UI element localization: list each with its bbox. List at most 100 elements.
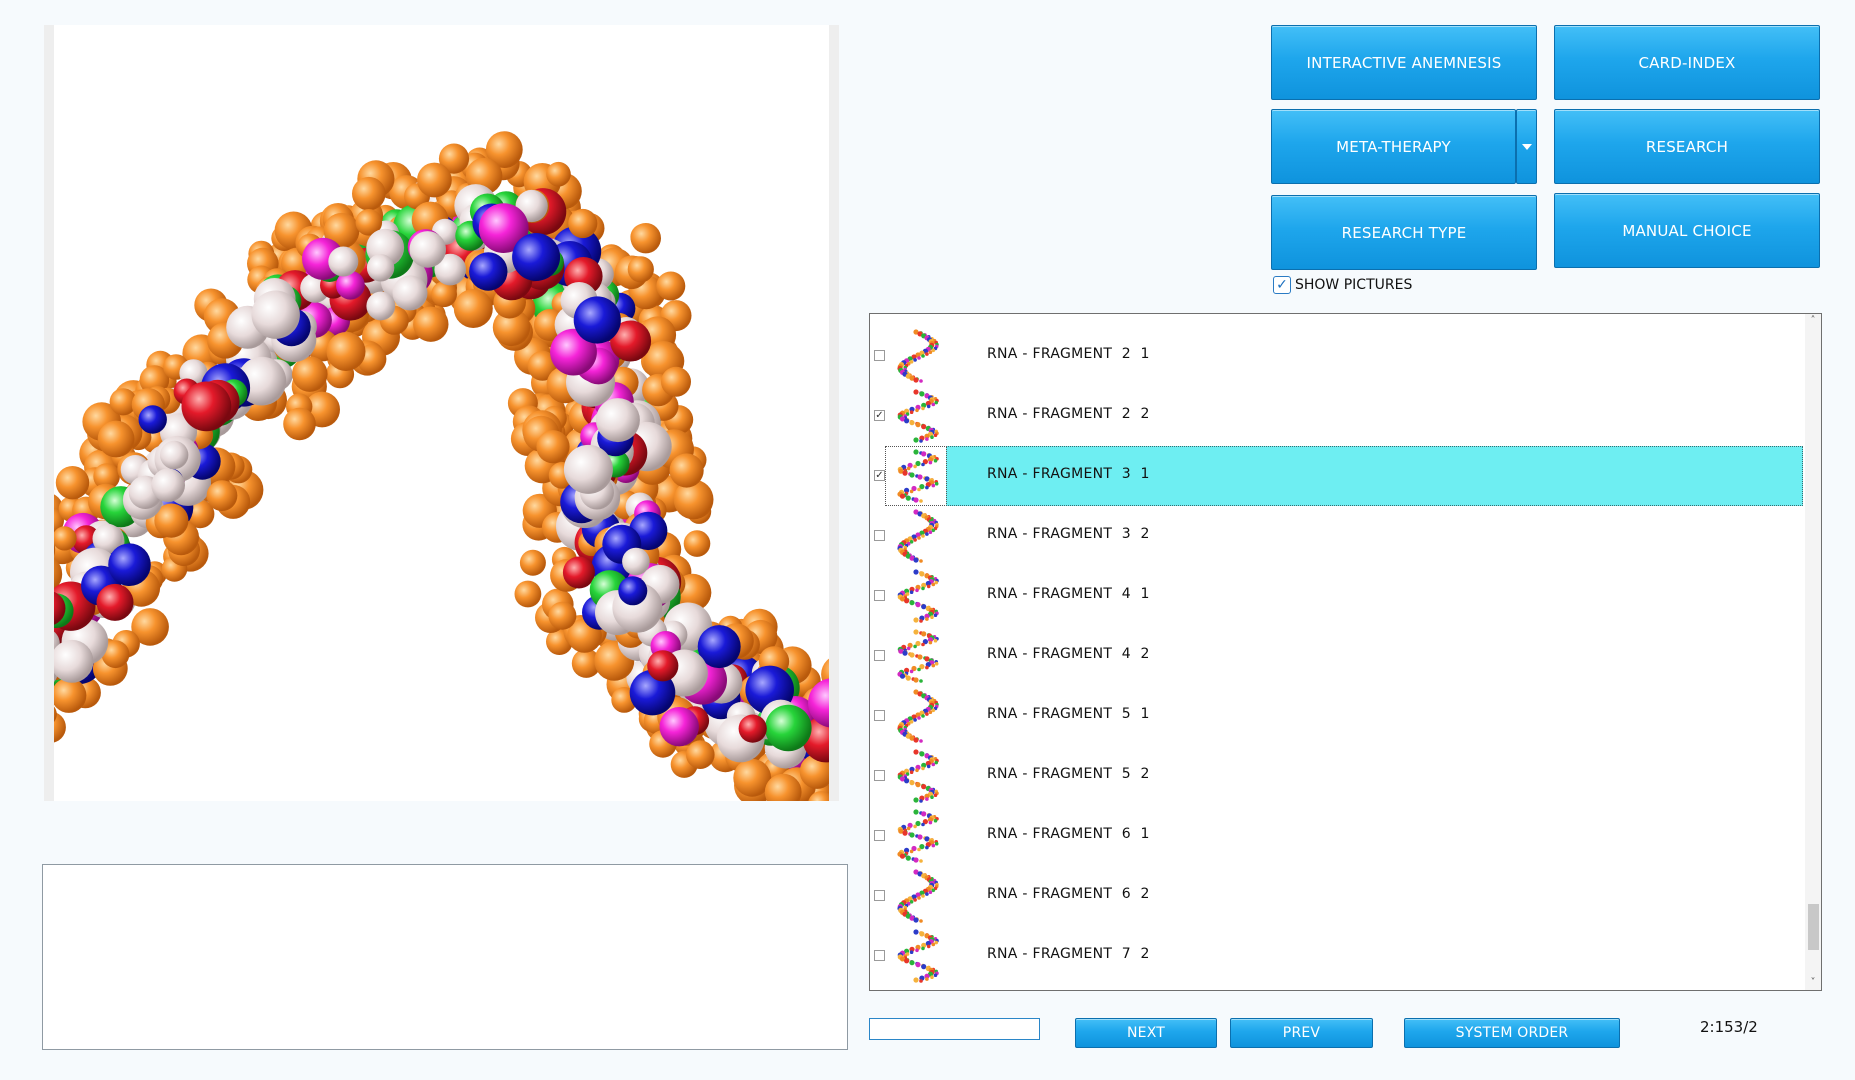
system-order-button[interactable]: SYSTEM ORDER xyxy=(1404,1018,1620,1048)
card-index-button[interactable]: CARD-INDEX xyxy=(1554,25,1820,100)
list-item[interactable]: RNA - FRAGMENT 4 1 xyxy=(870,566,1803,626)
list-item-label: RNA - FRAGMENT 4 2 xyxy=(987,646,1150,662)
list-item-checkbox[interactable]: ✓ xyxy=(874,410,885,421)
atom-sphere xyxy=(622,547,650,576)
atom-sphere xyxy=(326,332,366,371)
research-button[interactable]: RESEARCH xyxy=(1554,109,1820,184)
atom-sphere xyxy=(536,430,570,464)
list-item-label: RNA - FRAGMENT 7 2 xyxy=(987,946,1150,962)
atom-sphere xyxy=(97,420,135,458)
atom-sphere xyxy=(469,252,508,291)
fragment-thumbnail xyxy=(897,869,939,923)
list-item-checkbox[interactable]: ✓ xyxy=(874,470,885,481)
atom-sphere xyxy=(181,381,232,432)
scrollbar-thumb[interactable] xyxy=(1808,904,1819,950)
atom-sphere xyxy=(96,583,134,621)
research-type-button[interactable]: RESEARCH TYPE xyxy=(1271,195,1537,270)
atom-sphere xyxy=(108,543,151,586)
atom-sphere xyxy=(627,256,654,283)
card-index-label: CARD-INDEX xyxy=(1638,53,1736,72)
list-item-checkbox[interactable] xyxy=(874,770,885,781)
prev-button[interactable]: PREV xyxy=(1230,1018,1373,1048)
atom-sphere xyxy=(417,162,452,198)
atom-sphere xyxy=(683,530,711,557)
meta-therapy-dropdown-button[interactable] xyxy=(1516,109,1537,184)
fragment-list[interactable]: ˄ ˅ RNA - FRAGMENT 2 1 ✓ RNA - FRAGMENT 2 … xyxy=(869,313,1822,991)
list-item[interactable]: RNA - FRAGMENT 5 2 xyxy=(870,746,1803,806)
atom-sphere xyxy=(573,296,621,344)
list-item[interactable]: RNA - FRAGMENT 6 2 xyxy=(870,866,1803,926)
list-item-label: RNA - FRAGMENT 2 2 xyxy=(987,406,1150,422)
list-item-label: RNA - FRAGMENT 6 1 xyxy=(987,826,1150,842)
atom-sphere xyxy=(413,306,449,342)
atom-sphere xyxy=(595,398,640,443)
list-item-checkbox[interactable] xyxy=(874,650,885,661)
list-item-checkbox[interactable] xyxy=(874,350,885,361)
image-viewer xyxy=(44,25,839,801)
description-textbox[interactable] xyxy=(42,864,848,1050)
interactive-anemnesis-button[interactable]: INTERACTIVE ANEMNESIS xyxy=(1271,25,1537,100)
list-item[interactable]: RNA - FRAGMENT 3 2 xyxy=(870,506,1803,566)
list-item[interactable]: ✓ RNA - FRAGMENT 2 2 xyxy=(870,386,1803,446)
atom-sphere xyxy=(160,440,189,470)
list-item[interactable]: RNA - FRAGMENT 2 1 xyxy=(870,326,1803,386)
atom-sphere xyxy=(765,704,812,752)
atom-sphere xyxy=(738,714,767,743)
atom-sphere xyxy=(519,549,546,576)
list-item-checkbox[interactable] xyxy=(874,710,885,721)
list-item-label: RNA - FRAGMENT 3 1 xyxy=(987,466,1150,482)
search-input[interactable] xyxy=(869,1018,1040,1040)
list-item[interactable]: RNA - FRAGMENT 4 2 xyxy=(870,626,1803,686)
chevron-down-icon[interactable]: ˅ xyxy=(1805,976,1821,990)
prev-label: PREV xyxy=(1282,1025,1321,1041)
list-item[interactable]: RNA - FRAGMENT 6 1 xyxy=(870,806,1803,866)
list-item[interactable]: RNA - FRAGMENT 7 2 xyxy=(870,926,1803,986)
atom-sphere xyxy=(431,281,457,308)
rna-molecule-render xyxy=(54,131,829,801)
fragment-thumbnail xyxy=(897,929,939,983)
fragment-thumbnail xyxy=(897,329,939,383)
list-item-checkbox[interactable] xyxy=(874,830,885,841)
show-pictures-label: SHOW PICTURES xyxy=(1295,277,1413,293)
atom-sphere xyxy=(55,466,90,500)
interactive-anemnesis-label: INTERACTIVE ANEMNESIS xyxy=(1306,53,1502,72)
chevron-up-icon[interactable]: ˄ xyxy=(1805,314,1821,328)
app-window: INTERACTIVE ANEMNESIS CARD-INDEX META-TH… xyxy=(0,0,1855,1080)
list-item-label: RNA - FRAGMENT 5 2 xyxy=(987,766,1150,782)
show-pictures-checkbox[interactable]: ✓ xyxy=(1273,276,1291,294)
atom-sphere xyxy=(563,444,613,494)
atom-sphere xyxy=(206,480,238,511)
list-item-checkbox[interactable] xyxy=(874,950,885,961)
list-item-checkbox[interactable] xyxy=(874,530,885,541)
list-item-checkbox[interactable] xyxy=(874,590,885,601)
atom-sphere xyxy=(392,275,428,311)
atom-sphere xyxy=(661,366,691,397)
atom-sphere xyxy=(366,254,395,282)
list-item[interactable]: ✓ RNA - FRAGMENT 3 1 xyxy=(870,446,1803,506)
fragment-thumbnail xyxy=(897,509,939,563)
manual-choice-button[interactable]: MANUAL CHOICE xyxy=(1554,193,1820,268)
fragment-thumbnail xyxy=(897,689,939,743)
research-label: RESEARCH xyxy=(1645,137,1729,156)
check-icon: ✓ xyxy=(1276,277,1288,293)
list-item[interactable]: RNA - FRAGMENT 5 1 xyxy=(870,686,1803,746)
atom-sphere xyxy=(283,407,316,441)
show-pictures-option[interactable]: ✓ SHOW PICTURES xyxy=(1273,276,1412,294)
list-item-label: RNA - FRAGMENT 6 2 xyxy=(987,886,1150,902)
next-button[interactable]: NEXT xyxy=(1075,1018,1217,1048)
meta-therapy-label: META-THERAPY xyxy=(1336,137,1451,156)
atom-sphere xyxy=(630,223,661,254)
list-item-checkbox[interactable] xyxy=(874,890,885,901)
atom-sphere xyxy=(514,580,542,608)
atom-sphere xyxy=(138,405,167,434)
atom-sphere xyxy=(366,291,396,321)
meta-therapy-button[interactable]: META-THERAPY xyxy=(1271,109,1516,184)
atom-sphere xyxy=(151,468,185,503)
atom-sphere xyxy=(659,707,699,747)
fragment-thumbnail xyxy=(897,389,939,443)
atom-sphere xyxy=(548,601,577,630)
chevron-down-icon xyxy=(1521,143,1532,150)
fragment-thumbnail xyxy=(897,629,939,683)
atom-sphere xyxy=(352,176,386,211)
list-scrollbar[interactable]: ˄ ˅ xyxy=(1805,314,1821,990)
